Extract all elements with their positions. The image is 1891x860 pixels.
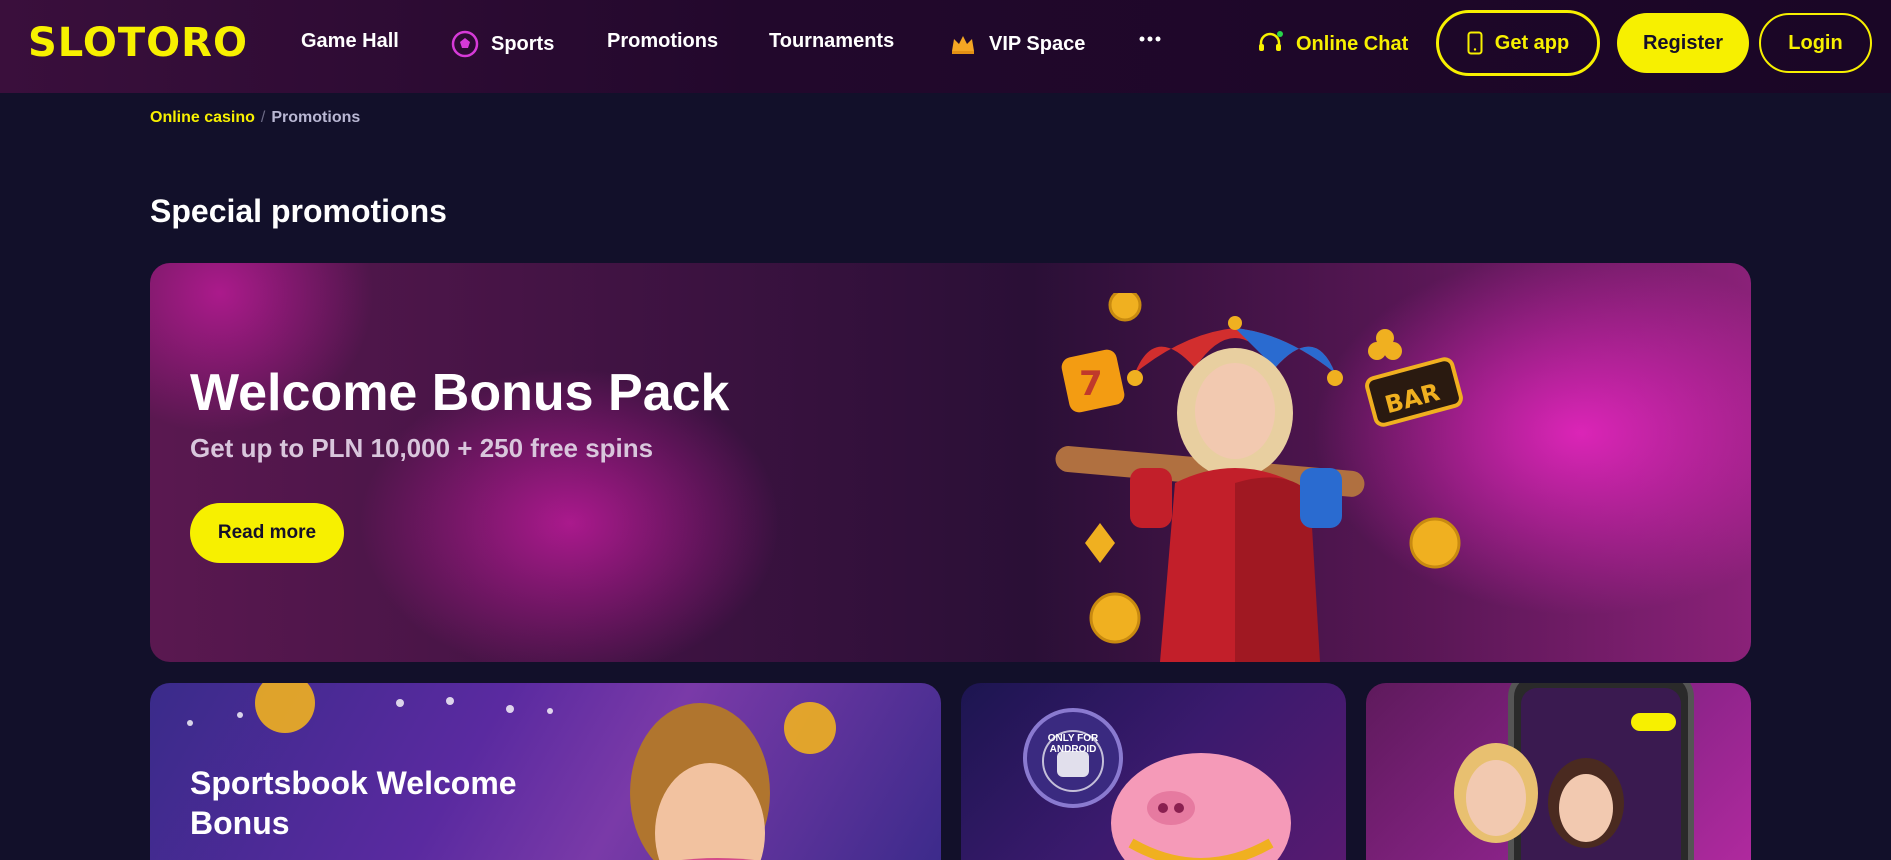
breadcrumb-separator: / bbox=[260, 109, 266, 126]
top-header: SLOTORO Game Hall Sports Promotions Tour… bbox=[0, 0, 1891, 93]
nav-promotions-label: Promotions bbox=[607, 30, 719, 52]
nav-tournaments-label: Tournaments bbox=[769, 30, 895, 52]
headset-icon bbox=[1259, 31, 1283, 51]
hero-title: Welcome Bonus Pack bbox=[190, 364, 730, 422]
jester-character-illustration: 7 BAR bbox=[1055, 293, 1463, 662]
nav-sports[interactable]: Sports bbox=[451, 30, 554, 58]
android-app-card[interactable]: ONLY FOR ANDROID bbox=[961, 683, 1346, 860]
nav-promotions[interactable]: Promotions bbox=[607, 30, 718, 53]
register-button[interactable]: Register bbox=[1617, 13, 1749, 73]
online-chat-label: Online Chat bbox=[1296, 32, 1409, 55]
nav-sports-label: Sports bbox=[491, 32, 555, 55]
phone-icon bbox=[1467, 31, 1483, 55]
nav-vip-label: VIP Space bbox=[989, 32, 1086, 55]
nav-game-hall-label: Game Hall bbox=[301, 30, 399, 52]
get-app-button[interactable]: Get app bbox=[1436, 10, 1600, 76]
android-badge-text: ONLY FOR ANDROID bbox=[1047, 733, 1099, 755]
mobile-app-card[interactable] bbox=[1366, 683, 1751, 860]
more-menu-button[interactable] bbox=[1139, 28, 1161, 50]
get-app-label: Get app bbox=[1494, 31, 1570, 54]
nav-vip-space[interactable]: VIP Space bbox=[949, 30, 1085, 58]
crown-icon bbox=[952, 36, 974, 54]
soccer-ball-icon bbox=[451, 30, 479, 58]
more-dots-icon bbox=[1139, 36, 1161, 42]
sportsbook-bonus-card[interactable]: Sportsbook Welcome Bonus bbox=[150, 683, 941, 860]
breadcrumb-online-casino[interactable]: Online casino bbox=[150, 109, 255, 127]
read-more-button[interactable]: Read more bbox=[190, 503, 344, 563]
hero-subtitle: Get up to PLN 10,000 + 250 free spins bbox=[190, 433, 654, 463]
section-title: Special promotions bbox=[150, 193, 447, 229]
welcome-bonus-banner[interactable]: Welcome Bonus Pack Get up to PLN 10,000 … bbox=[150, 263, 1751, 662]
logo[interactable]: SLOTORO bbox=[28, 20, 248, 66]
nav-tournaments[interactable]: Tournaments bbox=[769, 30, 894, 53]
piggy-bank-illustration bbox=[1023, 708, 1291, 860]
breadcrumb: Online casino / Promotions bbox=[150, 109, 360, 127]
online-chat-button[interactable]: Online Chat bbox=[1256, 30, 1408, 58]
nav-game-hall[interactable]: Game Hall bbox=[301, 30, 399, 53]
login-button[interactable]: Login bbox=[1759, 13, 1872, 73]
sportsbook-card-title: Sportsbook Welcome Bonus bbox=[190, 765, 517, 841]
breadcrumb-promotions: Promotions bbox=[271, 109, 361, 126]
svg-text:7: 7 bbox=[1079, 364, 1103, 404]
phone-promo-illustration bbox=[1454, 683, 1694, 860]
